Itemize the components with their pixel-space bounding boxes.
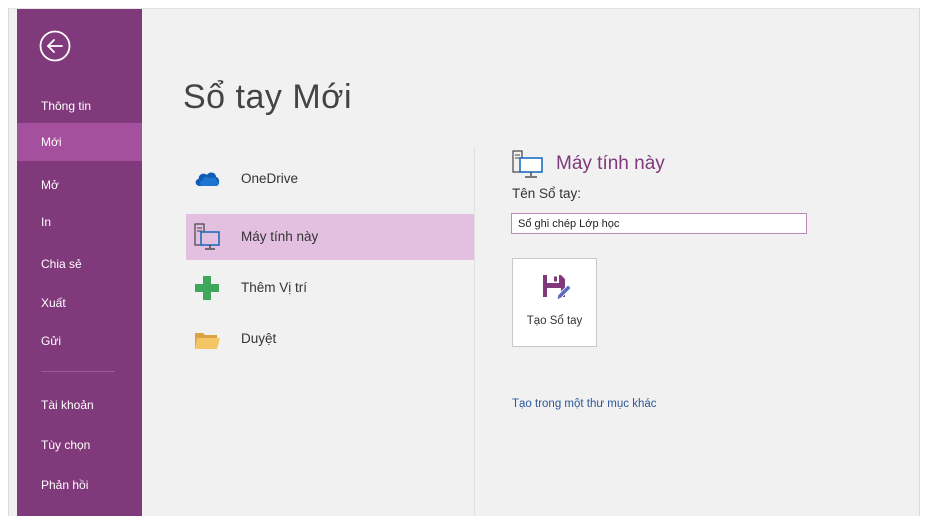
notebook-name-input[interactable] bbox=[511, 213, 807, 234]
nav-item-feedback[interactable]: Phản hồi bbox=[17, 466, 142, 504]
folder-icon bbox=[192, 324, 222, 354]
location-label-this-pc: Máy tính này bbox=[241, 229, 319, 244]
panel-divider bbox=[474, 147, 475, 516]
nav-item-print[interactable]: In bbox=[17, 203, 142, 241]
back-button[interactable] bbox=[39, 30, 71, 62]
nav-item-send[interactable]: Gửi bbox=[17, 322, 142, 360]
location-browse[interactable]: Duyệt bbox=[186, 316, 474, 362]
back-arrow-circle-icon bbox=[39, 30, 71, 62]
nav-item-share[interactable]: Chia sẻ bbox=[17, 245, 142, 283]
computer-icon bbox=[512, 150, 546, 180]
location-label-add-place: Thêm Vị trí bbox=[241, 280, 308, 295]
page-title: Sổ tay Mới bbox=[183, 78, 353, 116]
nav-item-new[interactable]: Mới bbox=[17, 123, 142, 161]
location-label-onedrive: OneDrive bbox=[241, 171, 299, 186]
onedrive-cloud-icon bbox=[192, 164, 222, 194]
nav-item-open[interactable]: Mở bbox=[17, 166, 142, 204]
save-notebook-icon bbox=[541, 273, 572, 303]
location-this-pc[interactable]: Máy tính này bbox=[186, 214, 474, 260]
backstage-sidebar: Thông tin Mới Mở In Chia sẻ Xuất Gửi Tài… bbox=[17, 9, 142, 516]
detail-heading-label: Máy tính này bbox=[556, 153, 665, 174]
create-in-other-folder-link[interactable]: Tạo trong một thư mục khác bbox=[512, 398, 656, 410]
nav-item-account[interactable]: Tài khoản bbox=[17, 386, 142, 424]
location-onedrive[interactable]: OneDrive bbox=[186, 156, 474, 202]
create-notebook-label: Tạo Sổ tay bbox=[526, 315, 583, 327]
location-add-place[interactable]: Thêm Vị trí bbox=[186, 265, 474, 311]
nav-item-export[interactable]: Xuất bbox=[17, 284, 142, 322]
location-label-browse: Duyệt bbox=[241, 331, 277, 346]
create-notebook-button[interactable]: Tạo Sổ tay bbox=[512, 258, 597, 347]
sidebar-divider bbox=[41, 371, 115, 372]
nav-item-info[interactable]: Thông tin bbox=[17, 87, 142, 125]
onenote-backstage-window: Thông tin Mới Mở In Chia sẻ Xuất Gửi Tài… bbox=[0, 0, 926, 516]
notebook-name-label: Tên Sổ tay: bbox=[512, 186, 582, 201]
nav-item-options[interactable]: Tùy chọn bbox=[17, 426, 142, 464]
computer-icon bbox=[192, 222, 222, 252]
content-area bbox=[8, 8, 920, 516]
plus-icon bbox=[192, 273, 222, 303]
